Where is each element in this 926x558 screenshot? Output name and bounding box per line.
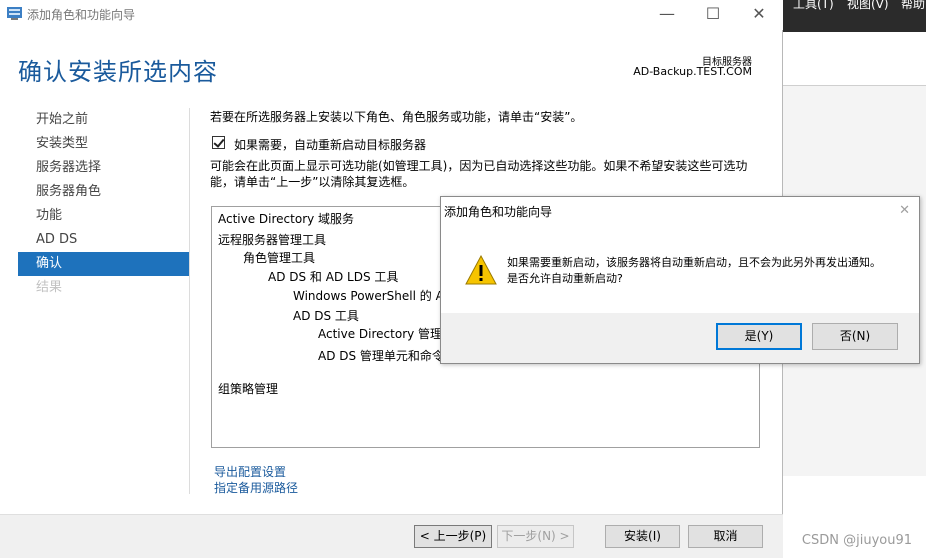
page-title: 确认安装所选内容 <box>18 58 218 86</box>
window-title: 添加角色和功能向导 <box>27 8 136 22</box>
dialog-title: 添加角色和功能向导 <box>444 205 553 219</box>
alternate-source-link[interactable]: 指定备用源路径 <box>214 479 298 496</box>
instruction-text: 若要在所选服务器上安装以下角色、角色服务或功能，请单击“安装”。 <box>210 110 583 124</box>
watermark: CSDN @jiuyou91 <box>801 533 912 548</box>
feature-item: Active Directory 管理中 <box>318 327 455 341</box>
dialog-message: 如果需要重新启动，该服务器将自动重新启动，且不会为此另外再发出通知。 <box>507 256 881 269</box>
dialog-footer: 是(Y) 否(N) <box>441 313 919 363</box>
wizard-footer: < 上一步(P) 下一步(N) > 安装(I) 取消 <box>0 514 783 558</box>
yes-button[interactable]: 是(Y) <box>716 323 802 350</box>
title-bar[interactable]: 添加角色和功能向导 — ☐ ✕ <box>0 0 783 30</box>
background-menubar: 工具(T) 视图(V) 帮助 <box>783 0 926 32</box>
maximize-button[interactable]: ☐ <box>690 0 736 30</box>
nav-item-server-roles[interactable]: 服务器角色 <box>18 180 189 204</box>
nav-item-confirmation[interactable]: 确认 <box>18 252 189 276</box>
feature-item: AD DS 工具 <box>293 309 359 323</box>
nav-item-ad-ds[interactable]: AD DS <box>18 228 189 252</box>
restart-confirm-dialog: 添加角色和功能向导 ✕ 如果需要重新启动，该服务器将自动重新启动，且不会为此另外… <box>440 196 920 364</box>
feature-item: 角色管理工具 <box>243 251 316 265</box>
bg-menu-tools[interactable]: 工具(T) <box>793 0 834 12</box>
nav-item-results: 结果 <box>36 280 63 295</box>
restart-checkbox-label[interactable]: 如果需要，自动重新启动目标服务器 <box>234 136 426 153</box>
bg-menu-view[interactable]: 视图(V) <box>847 0 889 12</box>
dialog-question: 是否允许自动重新启动? <box>507 272 623 285</box>
install-button[interactable]: 安装(I) <box>605 525 680 548</box>
feature-item: AD DS 和 AD LDS 工具 <box>268 270 399 284</box>
optional-features-note: 可能会在此页面上显示可选功能(如管理工具)，因为已自动选择这些功能。如果不希望安… <box>210 159 748 189</box>
nav-item-server-selection[interactable]: 服务器选择 <box>18 156 189 180</box>
feature-item: 远程服务器管理工具 <box>218 233 327 247</box>
nav-item-before-you-begin[interactable]: 开始之前 <box>18 108 189 132</box>
server-manager-icon <box>7 7 22 20</box>
no-button[interactable]: 否(N) <box>812 323 898 350</box>
target-server-value: AD-Backup.TEST.COM <box>633 65 752 78</box>
export-config-link[interactable]: 导出配置设置 <box>214 463 286 480</box>
close-button[interactable]: ✕ <box>736 0 782 30</box>
cancel-button[interactable]: 取消 <box>688 525 763 548</box>
wizard-nav: 开始之前 安装类型 服务器选择 服务器角色 功能 AD DS 确认 结果 <box>18 108 189 300</box>
previous-button[interactable]: < 上一步(P) <box>414 525 492 548</box>
next-button[interactable]: 下一步(N) > <box>497 525 574 548</box>
nav-item-installation-type[interactable]: 安装类型 <box>18 132 189 156</box>
background-panel <box>783 32 926 86</box>
feature-item: Windows PowerShell 的 A <box>293 289 444 303</box>
bg-menu-help[interactable]: 帮助 <box>901 0 925 12</box>
nav-divider <box>189 108 190 494</box>
feature-item: 组策略管理 <box>218 382 279 396</box>
feature-item: AD DS 管理单元和命令 <box>318 349 444 363</box>
minimize-button[interactable]: — <box>644 0 690 30</box>
feature-item: Active Directory 域服务 <box>218 212 355 226</box>
warning-icon <box>465 255 497 285</box>
dialog-close-button[interactable]: ✕ <box>899 203 910 218</box>
nav-item-features[interactable]: 功能 <box>18 204 189 228</box>
restart-checkbox[interactable] <box>212 136 225 149</box>
